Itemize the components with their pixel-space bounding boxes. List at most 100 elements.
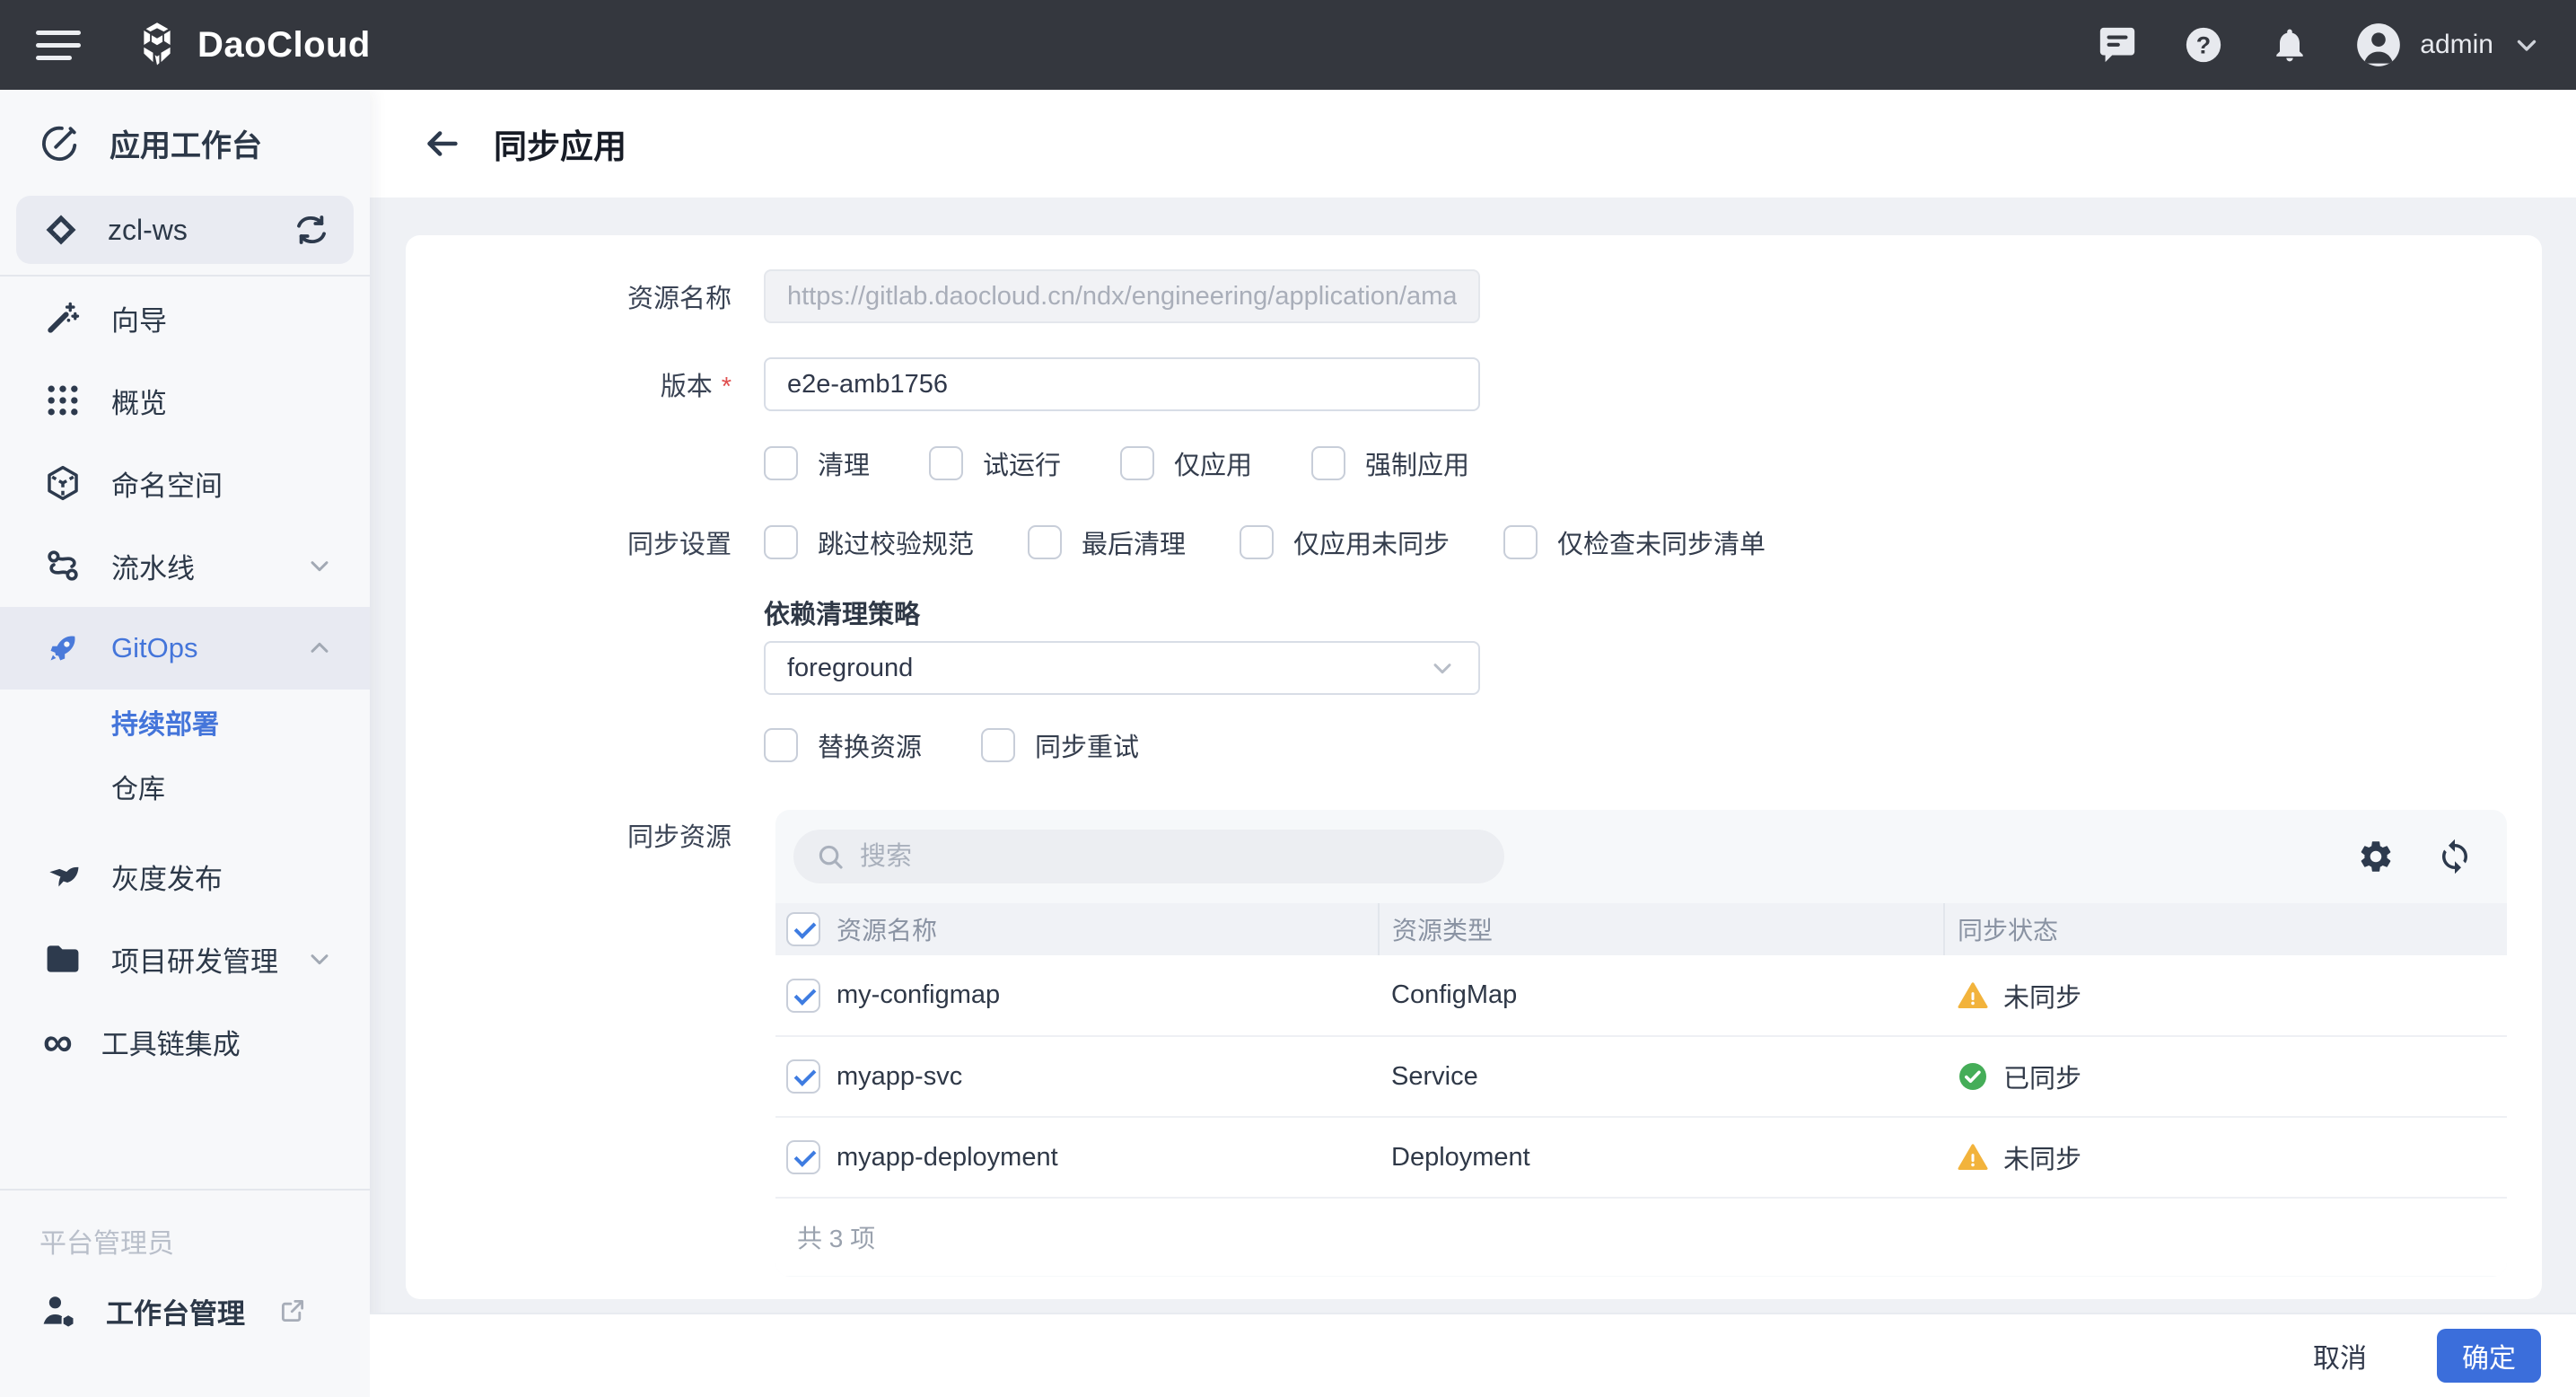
spacer bbox=[0, 819, 370, 835]
bell-icon[interactable] bbox=[2269, 24, 2310, 66]
table-row[interactable]: my-configmap ConfigMap bbox=[775, 955, 2507, 1036]
sidebar-item-label: 流水线 bbox=[111, 546, 195, 586]
required-asterisk: * bbox=[722, 373, 732, 401]
sidebar-item-label: 概览 bbox=[111, 381, 167, 421]
footer-action-bar: 取消 确定 bbox=[370, 1313, 2576, 1397]
sync-settings-label: 同步设置 bbox=[406, 523, 764, 561]
switch-workspace-icon[interactable] bbox=[293, 211, 330, 249]
version-input[interactable] bbox=[764, 357, 1480, 411]
sidebar-item-toolchain[interactable]: ∞ 工具链集成 bbox=[0, 1000, 370, 1083]
sidebar-item-label: 灰度发布 bbox=[111, 857, 223, 897]
checkbox-apply-out-of-sync-only[interactable]: 仅应用未同步 bbox=[1240, 523, 1450, 561]
menu-icon[interactable] bbox=[36, 25, 83, 65]
resources-toolbar bbox=[775, 810, 2507, 903]
checkbox-replace-resource[interactable]: 替换资源 bbox=[764, 726, 922, 764]
checkbox-box[interactable] bbox=[764, 525, 798, 559]
checkbox-prune[interactable]: 清理 bbox=[764, 444, 870, 482]
chevron-up-icon bbox=[305, 634, 334, 663]
folder-icon bbox=[43, 939, 83, 979]
checkbox-box[interactable] bbox=[1311, 446, 1345, 480]
page-header: 同步应用 bbox=[370, 90, 2576, 198]
chat-icon[interactable] bbox=[2097, 24, 2138, 66]
checkbox-prune-last[interactable]: 最后清理 bbox=[1028, 523, 1186, 561]
sidebar-item-workbench-admin[interactable]: 工作台管理 bbox=[0, 1270, 370, 1352]
sidebar-item-gitops[interactable]: GitOps bbox=[0, 607, 370, 690]
resource-name: myapp-deployment bbox=[837, 1143, 1058, 1173]
cube-icon bbox=[43, 463, 83, 503]
checkbox-box[interactable] bbox=[1120, 446, 1154, 480]
resource-type: Deployment bbox=[1379, 1117, 1944, 1198]
sidebar: 应用工作台 zcl-ws bbox=[0, 90, 370, 1397]
checkbox-box[interactable] bbox=[1240, 525, 1274, 559]
refresh-icon[interactable] bbox=[2435, 837, 2475, 876]
table-row[interactable]: myapp-svc Service bbox=[775, 1036, 2507, 1117]
topbar-actions: ? ad bbox=[2097, 22, 2542, 68]
checkbox-box[interactable] bbox=[764, 446, 798, 480]
more-options-row: 替换资源 同步重试 bbox=[406, 727, 2542, 763]
external-link-icon bbox=[277, 1296, 308, 1326]
sidebar-subitem-repository[interactable]: 仓库 bbox=[0, 754, 370, 819]
resource-name-row: 资源名称 bbox=[406, 269, 2542, 323]
brand: DaoCloud bbox=[133, 21, 371, 69]
pipeline-icon bbox=[43, 546, 83, 585]
username-label: admin bbox=[2420, 30, 2493, 60]
sidebar-divider bbox=[0, 1189, 370, 1191]
checkbox-box[interactable] bbox=[981, 728, 1015, 762]
checkbox-skip-schema-validation[interactable]: 跳过校验规范 bbox=[764, 523, 974, 561]
warning-icon bbox=[1957, 1141, 1989, 1173]
checkbox-box[interactable] bbox=[1503, 525, 1538, 559]
back-arrow-icon[interactable] bbox=[422, 123, 463, 164]
row-checkbox[interactable] bbox=[786, 979, 820, 1013]
sidebar-subitem-continuous-deploy[interactable]: 持续部署 bbox=[0, 690, 370, 754]
prune-policy-row: foreground bbox=[406, 641, 2542, 695]
sidebar-item-project-mgmt[interactable]: 项目研发管理 bbox=[0, 918, 370, 1000]
search-box[interactable] bbox=[793, 830, 1504, 883]
resources-table: 资源名称 资源类型 同步状态 bbox=[775, 903, 2507, 1199]
checkbox-check-out-of-sync-manifest-only[interactable]: 仅检查未同步清单 bbox=[1503, 523, 1766, 561]
sidebar-item-pipeline[interactable]: 流水线 bbox=[0, 524, 370, 607]
checkbox-force-apply[interactable]: 强制应用 bbox=[1311, 444, 1469, 482]
cancel-button[interactable]: 取消 bbox=[2291, 1327, 2388, 1384]
resource-type: ConfigMap bbox=[1379, 955, 1944, 1036]
infinity-icon: ∞ bbox=[43, 1025, 73, 1058]
panel-tools bbox=[2356, 837, 2475, 876]
sidebar-item-namespace[interactable]: 命名空间 bbox=[0, 442, 370, 524]
sidebar-item-label: 项目研发管理 bbox=[111, 939, 278, 980]
prune-policy-select[interactable]: foreground bbox=[764, 641, 1480, 695]
rocket-icon bbox=[43, 628, 83, 668]
resource-name-input bbox=[764, 269, 1480, 323]
workspace-selector[interactable]: zcl-ws bbox=[16, 196, 354, 264]
sidebar-item-label: GitOps bbox=[111, 632, 197, 664]
status-text: 未同步 bbox=[2003, 977, 2081, 1015]
column-header-status: 同步状态 bbox=[1958, 917, 2058, 945]
sidebar-item-label: 工作台管理 bbox=[106, 1291, 245, 1331]
prune-policy-value: foreground bbox=[787, 654, 913, 683]
table-row[interactable]: myapp-deployment Deployment bbox=[775, 1117, 2507, 1198]
checkbox-dry-run[interactable]: 试运行 bbox=[929, 444, 1061, 482]
sync-settings-row: 同步设置 跳过校验规范 最后清理 仅应用未同步 bbox=[406, 524, 2542, 560]
checkbox-box[interactable] bbox=[764, 728, 798, 762]
chevron-down-icon bbox=[1428, 654, 1457, 682]
row-checkbox[interactable] bbox=[786, 1140, 820, 1174]
sync-resources-label: 同步资源 bbox=[406, 816, 764, 854]
resource-name: my-configmap bbox=[837, 980, 1000, 1010]
help-icon[interactable]: ? bbox=[2183, 24, 2224, 66]
checkbox-sync-retry[interactable]: 同步重试 bbox=[981, 726, 1139, 764]
sidebar-item-wizard[interactable]: 向导 bbox=[0, 277, 370, 359]
grid-dots-icon bbox=[43, 381, 83, 420]
confirm-button[interactable]: 确定 bbox=[2437, 1329, 2541, 1383]
select-all-checkbox[interactable] bbox=[786, 912, 820, 946]
checkbox-apply-only[interactable]: 仅应用 bbox=[1120, 444, 1252, 482]
user-menu[interactable]: admin bbox=[2355, 22, 2542, 68]
sidebar-item-gray-release[interactable]: 灰度发布 bbox=[0, 835, 370, 918]
resource-name: myapp-svc bbox=[837, 1062, 962, 1092]
platform-admin-label: 平台管理员 bbox=[0, 1198, 370, 1270]
checkbox-box[interactable] bbox=[929, 446, 963, 480]
checkbox-box[interactable] bbox=[1028, 525, 1062, 559]
daocloud-logo-icon bbox=[133, 21, 181, 69]
search-input[interactable] bbox=[860, 842, 1483, 872]
row-checkbox[interactable] bbox=[786, 1059, 820, 1094]
gear-icon[interactable] bbox=[2356, 837, 2396, 876]
sidebar-item-overview[interactable]: 概览 bbox=[0, 359, 370, 442]
sidebar-item-label: 命名空间 bbox=[111, 463, 223, 504]
